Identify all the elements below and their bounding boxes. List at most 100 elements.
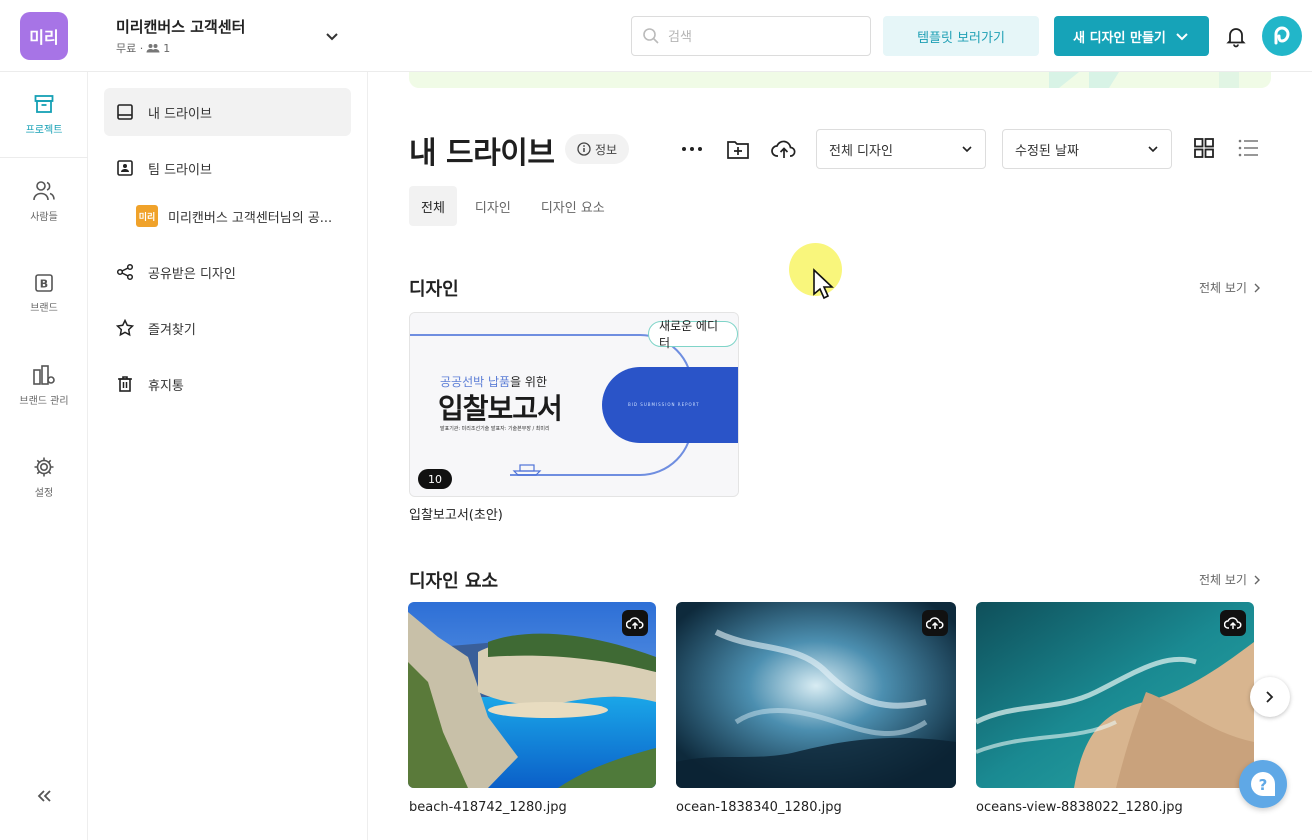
more-button[interactable] [679,136,705,162]
thumbnail-title: 입찰보고서 [438,392,563,425]
grid-view-icon [1194,138,1214,158]
banner-decoration [1049,72,1119,88]
plan-label: 무료 · [116,42,144,55]
see-all-label: 전체 보기 [1199,281,1247,295]
mouse-cursor-icon [813,268,834,300]
design-card[interactable]: 공공선박 납품을 위한 입찰보고서 발표기관: 미리조선기술 발표자: 기술본부… [409,312,739,497]
element-thumbnail-ocean[interactable] [676,602,956,788]
new-design-label: 새 디자인 만들기 [1073,30,1166,46]
tab-design-elements[interactable]: 디자인 요소 [529,186,617,226]
sidebar-item-my-drive[interactable]: 내 드라이브 [104,88,351,136]
top-bar: 미리 미리캔버스 고객센터 무료 · 1 템플릿 보러가기 새 디자인 만들기 [0,0,1312,72]
filter-tabs: 전체 디자인 디자인 요소 [409,186,617,226]
upload-badge[interactable] [922,610,948,636]
thumbnail-band-text: BID SUBMISSION REPORT [628,402,700,407]
svg-text:?: ? [1259,776,1268,794]
rail-item-project[interactable]: 프로젝트 [0,72,88,158]
list-view-button[interactable] [1235,135,1261,161]
tab-designs[interactable]: 디자인 [463,186,523,226]
info-button[interactable]: 정보 [565,134,629,164]
team-drive-icon [117,160,133,176]
rail-item-brand-manage[interactable]: 브랜드 관리 [0,342,88,428]
chevron-down-icon[interactable] [322,26,342,46]
chevron-down-icon [1176,33,1188,41]
sidebar-item-team-drive[interactable]: 팀 드라이브 [104,144,351,192]
element-name[interactable]: beach-418742_1280.jpg [409,800,567,815]
bell-icon[interactable] [1224,24,1248,48]
upload-badge[interactable] [622,610,648,636]
upload-badge[interactable] [1220,610,1246,636]
grid-view-button[interactable] [1191,135,1217,161]
element-name[interactable]: ocean-1838340_1280.jpg [676,800,842,815]
more-icon [682,147,702,151]
element-thumbnail-oceans-view[interactable] [976,602,1254,788]
cloud-upload-icon [926,617,944,629]
collapse-icon[interactable] [32,784,56,808]
archive-icon [34,95,54,113]
page-title: 내 드라이브 [409,136,555,171]
sidebar-item-trash[interactable]: 휴지통 [104,360,351,408]
star-icon [116,319,134,337]
search-input[interactable] [668,28,848,44]
rail-item-brand[interactable]: B 브랜드 [0,250,88,336]
sidebar-item-label: 팀 드라이브 [148,162,212,178]
see-all-label: 전체 보기 [1199,573,1247,587]
main-content: 내 드라이브 정보 전체 디자인 수정된 날짜 전체 디자인 디자인 요소 디자… [369,72,1312,840]
cloud-upload-icon [626,617,644,629]
new-folder-icon [727,141,749,159]
workspace-plan: 무료 · 1 [116,40,170,56]
banner-decoration [1219,72,1239,88]
sidebar-item-label: 즐겨찾기 [148,322,196,338]
workspace-logo[interactable]: 미리 [20,12,68,60]
new-folder-button[interactable] [725,136,751,162]
new-design-button[interactable]: 새 디자인 만들기 [1054,16,1209,56]
cloud-upload-icon [771,140,796,158]
rail-label: 프로젝트 [25,125,63,136]
sidebar-item-shared[interactable]: 공유받은 디자인 [104,248,351,296]
template-button[interactable]: 템플릿 보러가기 [883,16,1039,56]
chevron-right-icon [1254,283,1260,292]
rail-label: 설정 [34,487,54,499]
element-name[interactable]: oceans-view-8838022_1280.jpg [976,800,1183,815]
designs-see-all[interactable]: 전체 보기 [1199,279,1261,296]
oceans-view-image [976,602,1254,788]
ocean-image [676,602,956,788]
promo-banner[interactable] [409,72,1271,88]
elements-see-all[interactable]: 전체 보기 [1199,571,1261,588]
chevron-down-icon [1148,146,1158,153]
tab-all[interactable]: 전체 [409,186,457,226]
info-label: 정보 [594,142,618,157]
svg-text:B: B [40,277,48,290]
members-icon [146,44,160,53]
rail-item-people[interactable]: 사람들 [0,158,88,244]
element-thumbnail-beach[interactable] [408,602,656,788]
help-button[interactable]: ? [1239,760,1287,808]
design-type-value: 전체 디자인 [829,143,893,159]
search-box[interactable] [631,16,871,56]
design-name[interactable]: 입찰보고서(초안) [409,504,503,523]
list-view-icon [1238,139,1258,157]
team-badge: 미리 [136,205,158,227]
sidebar-item-team-folder[interactable]: 미리 미리캔버스 고객센터님의 공... [136,192,346,240]
trash-icon [118,376,132,392]
carousel-next-button[interactable] [1250,677,1290,717]
sidebar-item-favorites[interactable]: 즐겨찾기 [104,304,351,352]
rail-label: 브랜드 [30,302,58,314]
info-icon [577,142,591,156]
workspace-name[interactable]: 미리캔버스 고객센터 [116,16,245,37]
elements-section-title: 디자인 요소 [409,571,499,592]
design-type-select[interactable]: 전체 디자인 [816,129,986,169]
avatar[interactable] [1262,16,1302,56]
sort-select[interactable]: 수정된 날짜 [1002,129,1172,169]
upload-button[interactable] [771,136,797,162]
thumbnail-meta: 발표기관: 미리조선기술 발표자: 기술본부장 / 최미리 [440,426,550,432]
beach-image [408,602,656,788]
rail-item-settings[interactable]: 설정 [0,434,88,520]
brand-icon: B [35,273,53,292]
gear-icon [34,457,54,476]
member-count: 1 [163,41,171,55]
share-icon [116,263,134,281]
left-rail: 프로젝트 사람들 B 브랜드 브랜드 관리 설정 [0,72,88,840]
sort-value: 수정된 날짜 [1015,143,1079,159]
cloud-upload-icon [1224,617,1242,629]
